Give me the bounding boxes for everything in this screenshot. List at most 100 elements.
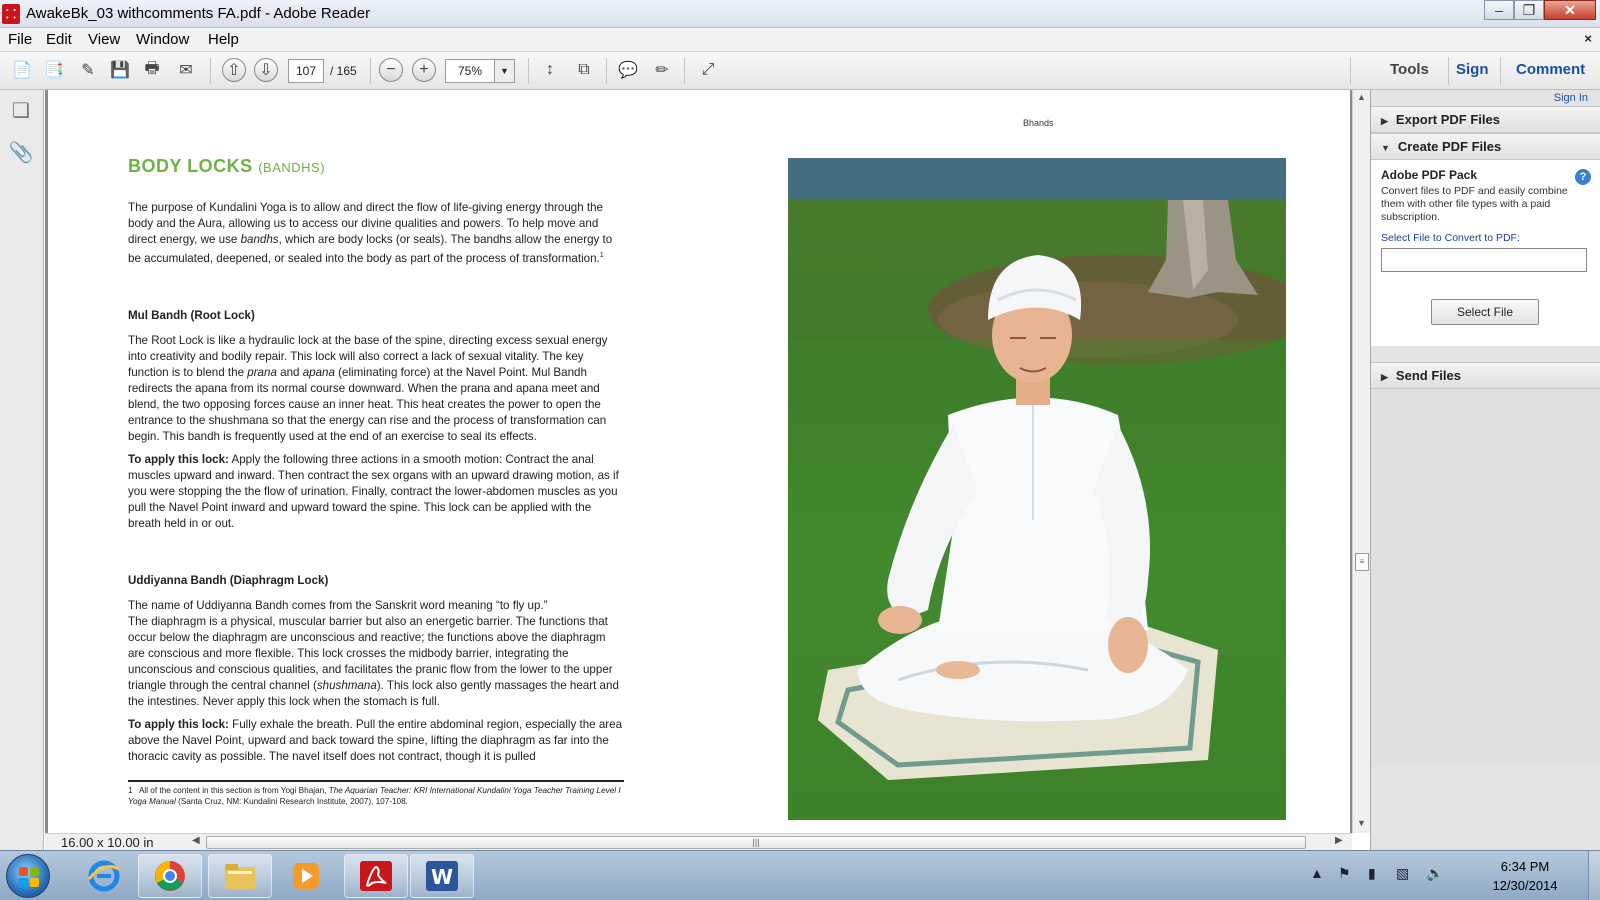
send-files-section[interactable]: ▶ Send Files (1371, 362, 1600, 389)
udd-em-shushmana: shushmana (316, 679, 377, 692)
mul-bandh-section: Mul Bandh (Root Lock) The Root Lock is l… (128, 308, 624, 539)
save-icon[interactable]: 💾 (108, 58, 132, 82)
internet-explorer-icon[interactable] (72, 854, 136, 898)
clock-date: 12/30/2014 (1492, 878, 1558, 893)
clock-time: 6:34 PM (1500, 859, 1550, 874)
zoom-value: 75% (458, 64, 483, 78)
intro-emphasis: bandhs (240, 233, 279, 246)
full-screen-icon[interactable]: ⤢ (696, 58, 720, 82)
system-clock[interactable]: 6:34 PM 12/30/2014 (1480, 857, 1570, 895)
taskbar: W ▲ ⚑ ▮ ▧ 🔊 6:34 PM 12/30/2014 (0, 850, 1600, 900)
next-page-icon[interactable]: ⇩ (254, 58, 278, 82)
export-pdf-label: Export PDF Files (1395, 112, 1500, 127)
uddiyanna-section: Uddiyanna Bandh (Diaphragm Lock) The nam… (128, 573, 624, 772)
document-viewport[interactable]: Bhands BODY LOCKS (BANDHS) The purpose o… (45, 90, 1352, 833)
uddiyanna-heading: Uddiyanna Bandh (Diaphragm Lock) (128, 574, 329, 587)
svg-text:W: W (431, 865, 453, 889)
menu-help[interactable]: Help (208, 31, 239, 48)
restore-button[interactable]: ❐ (1514, 0, 1544, 20)
photo-header-band (788, 158, 1286, 200)
file-explorer-icon[interactable] (208, 854, 272, 898)
fit-page-icon[interactable]: ↕ (538, 58, 562, 82)
zoom-in-icon[interactable]: + (412, 58, 436, 82)
menu-file[interactable]: File (8, 31, 32, 48)
show-desktop-button[interactable] (1588, 851, 1600, 900)
volume-icon[interactable]: 🔊 (1426, 865, 1443, 882)
scroll-up-icon[interactable]: ▲ (1357, 92, 1366, 102)
title-bar: ⸬ AwakeBk_03 withcomments FA.pdf - Adobe… (0, 0, 1600, 28)
send-files-label: Send Files (1395, 368, 1461, 383)
tray-chevron-icon[interactable]: ▲ (1310, 865, 1324, 881)
adobe-pdf-icon: ⸬ (2, 4, 20, 24)
help-icon[interactable]: ? (1575, 169, 1591, 185)
action-center-flag-icon[interactable]: ⚑ (1338, 865, 1351, 882)
windows-logo-icon (19, 867, 39, 887)
menu-window[interactable]: Window (136, 31, 189, 48)
scroll-left-icon[interactable]: ◀ (192, 835, 200, 846)
window-controls: – ❐ ✕ (1484, 0, 1596, 20)
export-pdf-section[interactable]: ▶ Export PDF Files (1371, 106, 1600, 133)
chrome-icon[interactable] (138, 854, 202, 898)
sticky-note-icon[interactable]: 💬 (616, 58, 640, 82)
start-button[interactable] (6, 854, 50, 898)
mul-em-prana: prana (247, 366, 277, 379)
footnote-text-b: (Santa Cruz, NM: Kundalini Research Inst… (175, 797, 408, 806)
minimize-button[interactable]: – (1484, 0, 1514, 20)
footnote: 1 All of the content in this section is … (128, 785, 624, 807)
zoom-select[interactable]: 75% ▼ (445, 59, 515, 83)
meditation-photo (788, 158, 1286, 820)
sign-in-link[interactable]: Sign In (1554, 92, 1588, 104)
zoom-out-icon[interactable]: − (379, 58, 403, 82)
vertical-scroll-thumb[interactable]: ≡ (1355, 553, 1369, 571)
horizontal-scrollbar[interactable]: ◀ ||| ▶ (190, 833, 1352, 850)
tools-tab[interactable]: Tools (1390, 61, 1429, 78)
create-pdf-body: Adobe PDF Pack ? Convert files to PDF an… (1371, 160, 1600, 346)
close-document-icon[interactable]: × (1584, 31, 1592, 46)
pdf-pack-title: Adobe PDF Pack (1381, 168, 1478, 182)
comment-tab[interactable]: Comment (1516, 61, 1585, 78)
create-pdf-section[interactable]: ▼ Create PDF Files (1371, 133, 1600, 160)
edit-document-icon[interactable]: ✎ (76, 58, 100, 82)
intro-paragraph: The purpose of Kundalini Yoga is to allo… (128, 200, 624, 274)
toolbar: 📄 📑 ✎ 💾 🖶 ✉ ⇧ ⇩ 107 / 165 − + 75% ▼ ↕ ⧉ … (0, 52, 1600, 90)
previous-page-icon[interactable]: ⇧ (222, 58, 246, 82)
close-window-button[interactable]: ✕ (1544, 0, 1596, 20)
select-file-label: Select File to Convert to PDF: (1381, 232, 1520, 244)
scroll-right-icon[interactable]: ▶ (1335, 835, 1343, 846)
fit-width-icon[interactable]: ⧉ (572, 58, 596, 82)
select-file-button[interactable]: Select File (1431, 299, 1539, 325)
mul-em-apana: apana (302, 366, 335, 379)
highlight-icon[interactable]: ✏ (650, 58, 674, 82)
window-title: AwakeBk_03 withcomments FA.pdf - Adobe R… (26, 5, 371, 22)
pdf-pack-description: Convert files to PDF and easily combine … (1381, 185, 1568, 223)
menu-edit[interactable]: Edit (46, 31, 72, 48)
menu-bar: File Edit View Window Help × (0, 28, 1600, 52)
footnote-ref: 1 (599, 252, 604, 259)
adobe-reader-icon[interactable] (344, 854, 408, 898)
email-icon[interactable]: ✉ (174, 58, 198, 82)
photo-scene (788, 200, 1286, 820)
page-number-input[interactable]: 107 (288, 59, 324, 83)
sign-tab[interactable]: Sign (1456, 61, 1489, 78)
create-pdf-icon[interactable]: 📄 (10, 58, 34, 82)
combine-files-icon[interactable]: 📑 (42, 58, 66, 82)
print-icon[interactable]: 🖶 (140, 58, 164, 82)
mul-text-b: and (276, 366, 303, 379)
triangle-right-icon: ▶ (1381, 372, 1388, 382)
udd-text-1: The name of Uddiyanna Bandh comes from t… (128, 599, 548, 612)
word-icon[interactable]: W (410, 854, 474, 898)
media-player-icon[interactable] (274, 854, 338, 898)
vertical-scrollbar[interactable]: ▲ ≡ ▼ (1352, 90, 1370, 833)
file-path-input[interactable] (1381, 248, 1587, 272)
attachments-icon[interactable]: 📎 (8, 140, 34, 166)
scroll-down-icon[interactable]: ▼ (1357, 818, 1366, 828)
horizontal-scroll-thumb[interactable]: ||| (206, 836, 1306, 849)
network-icon[interactable]: ▧ (1396, 865, 1409, 882)
title-main: BODY LOCKS (128, 156, 253, 176)
chevron-down-icon[interactable]: ▼ (494, 60, 514, 82)
mul-apply-label: To apply this lock: (128, 453, 229, 466)
pdf-page: Bhands BODY LOCKS (BANDHS) The purpose o… (48, 90, 1350, 833)
menu-view[interactable]: View (88, 31, 120, 48)
page-thumbnails-icon[interactable]: ❏ (8, 98, 34, 124)
battery-icon[interactable]: ▮ (1368, 865, 1376, 882)
